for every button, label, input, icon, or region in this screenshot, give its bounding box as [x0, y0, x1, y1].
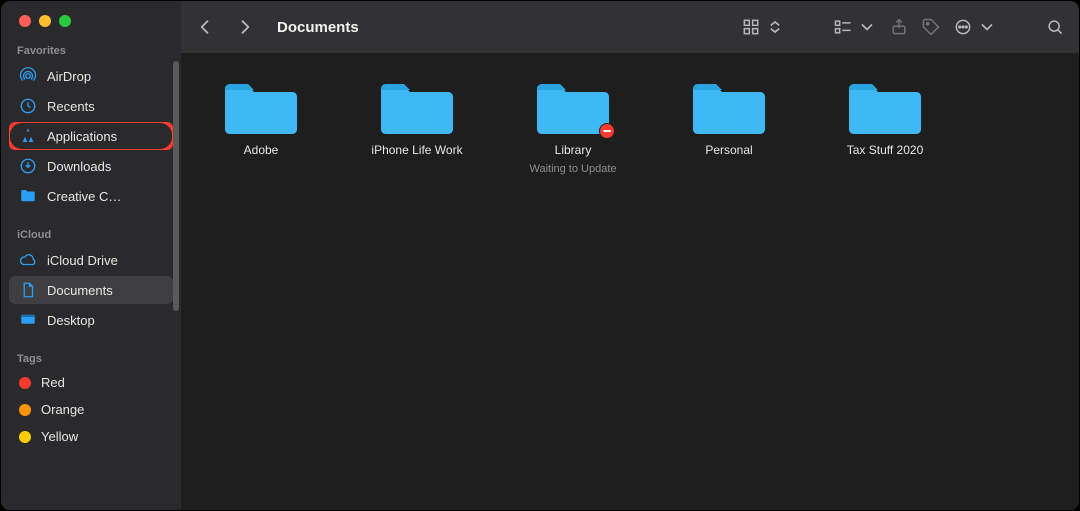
sidebar-item-documents[interactable]: Documents [9, 276, 173, 304]
sidebar-item-label: Applications [47, 129, 117, 144]
tag-item-yellow[interactable]: Yellow [9, 424, 173, 449]
tag-item-red[interactable]: Red [9, 370, 173, 395]
folder-icon [847, 79, 923, 137]
sidebar-scrollbar-thumb[interactable] [173, 61, 179, 311]
sidebar-section-icloud-label: iCloud [1, 221, 181, 245]
minimize-window-button[interactable] [39, 15, 51, 27]
clock-icon [19, 97, 37, 115]
sidebar-item-icloud-drive[interactable]: iCloud Drive [9, 246, 173, 274]
sidebar: Favorites AirDrop Recents Applications D… [1, 1, 181, 510]
sidebar-item-desktop[interactable]: Desktop [9, 306, 173, 334]
sidebar-item-label: AirDrop [47, 69, 91, 84]
sidebar-section-tags-label: Tags [1, 345, 181, 369]
sidebar-item-downloads[interactable]: Downloads [9, 152, 173, 180]
finder-window: Favorites AirDrop Recents Applications D… [0, 0, 1080, 511]
folder-label: Tax Stuff 2020 [847, 143, 924, 157]
tags-button[interactable] [921, 17, 941, 37]
sidebar-item-recents[interactable]: Recents [9, 92, 173, 120]
maximize-window-button[interactable] [59, 15, 71, 27]
download-icon [19, 157, 37, 175]
folder-icon [535, 79, 611, 137]
folder-icon [379, 79, 455, 137]
tag-dot-icon [19, 377, 31, 389]
toolbar: Documents [181, 1, 1079, 53]
tag-dot-icon [19, 431, 31, 443]
sidebar-item-label: Desktop [47, 313, 95, 328]
folder-label: Library [555, 143, 592, 157]
tag-label: Orange [41, 402, 84, 417]
folder-item-personal[interactable]: Personal [669, 79, 789, 157]
applications-icon [19, 127, 37, 145]
folder-label: iPhone Life Work [371, 143, 462, 157]
folder-grid: Adobe iPhone Life Work Library Waiting t… [181, 53, 1079, 510]
sidebar-item-applications[interactable]: Applications [9, 122, 173, 150]
airdrop-icon [19, 67, 37, 85]
folder-icon [223, 79, 299, 137]
sidebar-section-favorites-label: Favorites [1, 37, 181, 61]
cloud-icon [19, 251, 37, 269]
main-pane: Documents [181, 1, 1079, 510]
actions-menu-button[interactable] [953, 17, 997, 37]
forward-button[interactable] [235, 17, 255, 37]
close-window-button[interactable] [19, 15, 31, 27]
search-button[interactable] [1045, 17, 1065, 37]
folder-label: Adobe [244, 143, 279, 157]
folder-status: Waiting to Update [529, 163, 616, 175]
sidebar-item-label: Creative C… [47, 189, 121, 204]
folder-item-iphone-life-work[interactable]: iPhone Life Work [357, 79, 477, 157]
back-button[interactable] [195, 17, 215, 37]
sidebar-item-label: Documents [47, 283, 113, 298]
tag-dot-icon [19, 404, 31, 416]
folder-label: Personal [705, 143, 752, 157]
tag-label: Yellow [41, 429, 78, 444]
folder-item-library[interactable]: Library Waiting to Update [513, 79, 633, 175]
folder-icon [691, 79, 767, 137]
document-icon [19, 281, 37, 299]
window-controls [1, 1, 181, 37]
folder-item-adobe[interactable]: Adobe [201, 79, 321, 157]
sidebar-scrollbar[interactable] [173, 61, 179, 381]
window-title: Documents [277, 19, 359, 36]
share-button[interactable] [889, 17, 909, 37]
sidebar-item-label: iCloud Drive [47, 253, 118, 268]
desktop-icon [19, 311, 37, 329]
tag-label: Red [41, 375, 65, 390]
no-entry-badge-icon [599, 123, 615, 139]
sidebar-item-creative-cloud[interactable]: Creative C… [9, 182, 173, 210]
folder-icon [19, 187, 37, 205]
sidebar-item-label: Recents [47, 99, 95, 114]
sidebar-item-label: Downloads [47, 159, 111, 174]
group-by-button[interactable] [833, 17, 877, 37]
sidebar-item-airdrop[interactable]: AirDrop [9, 62, 173, 90]
tag-item-orange[interactable]: Orange [9, 397, 173, 422]
folder-item-tax-stuff-2020[interactable]: Tax Stuff 2020 [825, 79, 945, 157]
view-mode-button[interactable] [741, 17, 785, 37]
